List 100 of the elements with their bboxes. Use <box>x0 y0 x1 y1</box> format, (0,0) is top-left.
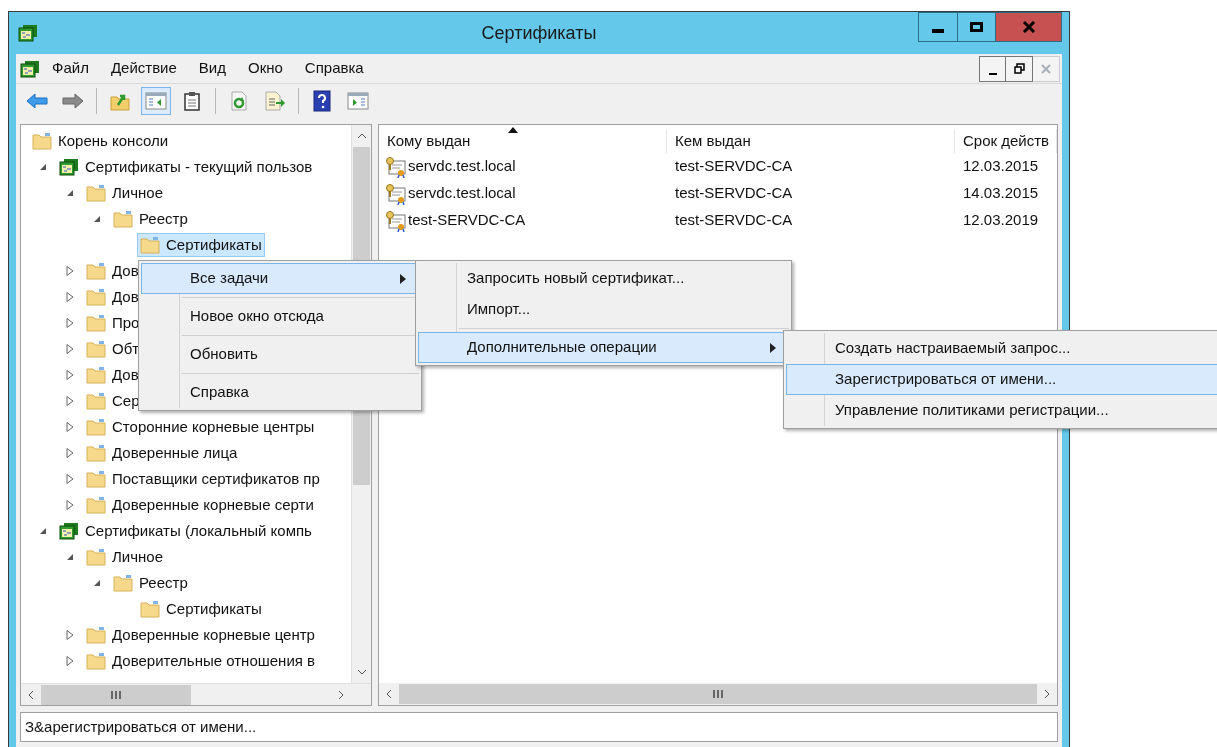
certificate-icon <box>385 155 407 178</box>
menu-item[interactable]: Запросить новый сертификат... <box>418 263 789 294</box>
maximize-button[interactable] <box>958 12 995 42</box>
scroll-left-icon <box>28 689 34 700</box>
collapsed-triangle-icon[interactable] <box>65 499 75 511</box>
folder-icon <box>86 314 106 332</box>
folder-icon <box>140 236 160 254</box>
tree-item[interactable]: Корень консоли <box>29 129 172 153</box>
tree-item[interactable]: Доверенные корневые центр <box>83 623 318 647</box>
snapin-icon <box>18 24 38 42</box>
folder-icon <box>113 574 133 592</box>
expanded-triangle-icon[interactable] <box>92 578 102 588</box>
collapsed-triangle-icon[interactable] <box>65 265 75 277</box>
tree-item[interactable]: Про <box>83 311 143 335</box>
menu-bar-item[interactable]: Справка <box>304 57 364 80</box>
collapsed-triangle-icon[interactable] <box>65 473 75 485</box>
folder-icon <box>140 600 160 618</box>
minimize-button[interactable] <box>918 12 958 42</box>
snapin-icon <box>20 59 40 78</box>
tree-item[interactable]: Доверенные корневые серти <box>83 493 317 517</box>
scroll-right-icon <box>338 689 344 700</box>
table-cell-text: test-SERVDC-CA <box>675 210 793 231</box>
tree-item[interactable]: Реестр <box>110 207 191 231</box>
collapsed-triangle-icon[interactable] <box>65 395 75 407</box>
folder-icon <box>32 132 52 150</box>
back-arrow-icon <box>26 92 48 110</box>
certificate-icon <box>385 209 407 232</box>
tree-item[interactable]: Сертификаты (локальный компь <box>56 519 315 543</box>
menu-item[interactable]: Импорт... <box>418 294 789 325</box>
table-cell-text: 14.03.2015 <box>963 183 1039 204</box>
child-minimize-button[interactable] <box>979 55 1006 82</box>
close-icon <box>1041 63 1051 74</box>
help-icon <box>313 90 331 112</box>
menu-bar-item[interactable]: Файл <box>52 57 89 80</box>
folder-icon <box>113 210 133 228</box>
collapsed-triangle-icon[interactable] <box>65 317 75 329</box>
folder-icon <box>86 262 106 280</box>
folder-icon <box>86 340 106 358</box>
tree-item[interactable]: Сер <box>83 389 143 413</box>
folder-icon <box>86 288 106 306</box>
table-cell-text: servdc.test.local <box>408 183 516 204</box>
tree-pane-icon <box>145 92 167 110</box>
menu-bar-item[interactable]: Действие <box>110 57 177 80</box>
tree-item[interactable]: Сертификаты <box>137 233 265 257</box>
collapsed-triangle-icon[interactable] <box>65 343 75 355</box>
menu-item[interactable]: Управление политиками регистрации... <box>786 395 1217 426</box>
horizontal-scrollbar[interactable] <box>379 683 1057 705</box>
collapsed-triangle-icon[interactable] <box>65 655 75 667</box>
table-cell-text: servdc.test.local <box>408 156 516 177</box>
menu-item[interactable]: Зарегистрироваться от имени... <box>786 364 1217 395</box>
scroll-up-icon <box>356 133 367 139</box>
tree-item[interactable]: Сторонние корневые центры <box>83 415 318 439</box>
expanded-triangle-icon[interactable] <box>92 214 102 224</box>
tree-item[interactable]: Реестр <box>110 571 191 595</box>
tree-item[interactable]: Личное <box>83 545 166 569</box>
menu-item[interactable]: Обновить <box>141 339 419 370</box>
expanded-triangle-icon[interactable] <box>65 188 75 198</box>
tree-item[interactable]: Обт <box>83 337 143 361</box>
collapsed-triangle-icon[interactable] <box>65 369 75 381</box>
tree-item[interactable]: Сертификаты <box>137 597 265 621</box>
tree-item[interactable]: Доверительные отношения в <box>83 649 319 673</box>
column-header[interactable]: Кем выдан <box>667 129 955 153</box>
tree-item[interactable]: Дов <box>83 363 142 387</box>
submenu-arrow-icon <box>400 273 406 284</box>
tree-item[interactable]: Дов <box>83 259 142 283</box>
snapin-icon <box>59 158 79 176</box>
tree-item[interactable]: Сертификаты - текущий пользов <box>56 155 316 179</box>
menu-item[interactable]: Новое окно отсюда <box>141 301 419 332</box>
tree-item[interactable]: Поставщики сертификатов пр <box>83 467 323 491</box>
expanded-triangle-icon[interactable] <box>38 162 48 172</box>
action-pane-icon <box>347 92 369 110</box>
close-icon <box>1021 21 1036 33</box>
refresh-icon <box>230 91 248 111</box>
certificate-icon <box>385 182 407 205</box>
expanded-triangle-icon[interactable] <box>65 552 75 562</box>
menu-item[interactable]: Создать настраиваемый запрос... <box>786 333 1217 364</box>
collapsed-triangle-icon[interactable] <box>65 421 75 433</box>
sort-arrow-icon <box>508 127 519 133</box>
tree-item[interactable]: Доверенные лица <box>83 441 241 465</box>
menu-item[interactable]: Справка <box>141 377 419 408</box>
folder-icon <box>86 626 106 644</box>
status-bar: З&арегистрироваться от имени... <box>20 712 1058 742</box>
menu-bar-item[interactable]: Вид <box>198 57 226 80</box>
folder-icon <box>86 496 106 514</box>
column-header[interactable]: Кому выдан <box>379 129 667 153</box>
collapsed-triangle-icon[interactable] <box>65 291 75 303</box>
folder-icon <box>86 392 106 410</box>
submenu-arrow-icon <box>770 342 776 353</box>
close-button[interactable] <box>995 12 1062 42</box>
horizontal-scrollbar[interactable] <box>21 683 371 705</box>
column-header[interactable]: Срок действ <box>955 129 1057 153</box>
folder-icon <box>86 652 106 670</box>
collapsed-triangle-icon[interactable] <box>65 629 75 641</box>
menu-bar-item[interactable]: Окно <box>248 57 283 80</box>
collapsed-triangle-icon[interactable] <box>65 447 75 459</box>
tree-item[interactable]: Дов <box>83 285 142 309</box>
child-restore-button[interactable] <box>1006 55 1033 82</box>
folder-icon <box>86 548 106 566</box>
tree-item[interactable]: Личное <box>83 181 166 205</box>
expanded-triangle-icon[interactable] <box>38 526 48 536</box>
